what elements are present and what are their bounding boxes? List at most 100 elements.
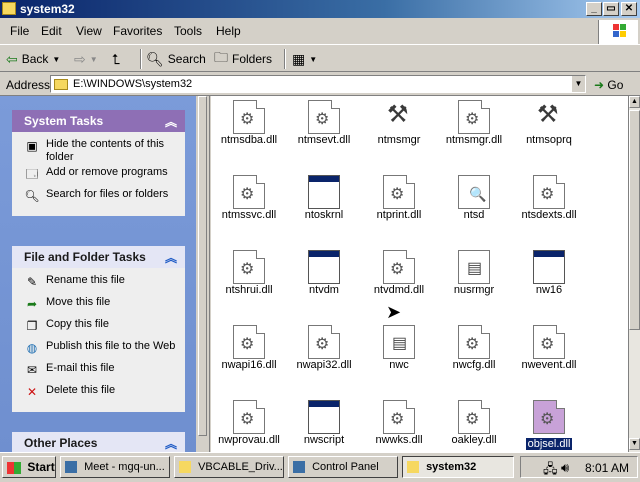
task-rename[interactable]: ✎ Rename this file: [20, 274, 181, 294]
expand-chevron-icon[interactable]: ︽: [165, 435, 177, 452]
task-email[interactable]: ✉ E-mail this file: [20, 362, 181, 382]
taskbar-button-system32[interactable]: system32: [402, 456, 514, 478]
windows-logo: [598, 20, 638, 44]
file-item[interactable]: nwapi32.dll: [286, 325, 362, 371]
close-button[interactable]: ✕: [621, 2, 637, 16]
sys-file-icon: [458, 250, 490, 284]
go-button[interactable]: ➜ Go: [594, 78, 623, 92]
file-item[interactable]: nw16: [511, 250, 587, 296]
file-item[interactable]: ntmssvc.dll: [211, 175, 287, 221]
file-item[interactable]: oakley.dll: [436, 400, 512, 446]
title-bar[interactable]: system32 _ ▭ ✕: [0, 0, 640, 18]
task-hide-contents[interactable]: ▣ Hide the contents of this folder: [20, 138, 181, 164]
address-dropdown-button[interactable]: ▼: [571, 76, 585, 92]
file-item[interactable]: ntvdmd.dll: [361, 250, 437, 296]
hide-icon: ▣: [26, 139, 38, 153]
toolbar-separator: [140, 49, 142, 69]
file-item[interactable]: ntmsmgr: [361, 100, 437, 146]
network-icon[interactable]: 🖧: [543, 460, 558, 482]
forward-button[interactable]: ⇨ ▼: [74, 49, 98, 69]
file-item[interactable]: ntoskrnl: [286, 175, 362, 221]
system-tasks-header[interactable]: System Tasks ︽: [12, 110, 185, 132]
dll-file-icon: [533, 400, 565, 434]
taskbar-button-meet[interactable]: Meet - mgq-un...: [60, 456, 170, 478]
task-label: Add or remove programs: [46, 166, 168, 178]
file-item[interactable]: nwscript: [286, 400, 362, 446]
folders-button[interactable]: 🗀 Folders: [214, 49, 272, 69]
task-pane-scrollbar[interactable]: [196, 96, 210, 452]
toolbar-separator: [284, 49, 286, 69]
windows-flag-icon: [7, 461, 21, 474]
maximize-button[interactable]: ▭: [603, 2, 619, 16]
file-item[interactable]: nusrmgr: [436, 250, 512, 296]
collapse-chevron-icon[interactable]: ︽: [165, 113, 177, 130]
search-button[interactable]: 🔍︎ Search: [146, 49, 206, 69]
browser-icon: [65, 461, 77, 474]
go-label: Go: [607, 78, 624, 92]
file-item[interactable]: nwapi16.dll: [211, 325, 287, 371]
start-button[interactable]: Start: [2, 456, 56, 478]
minimize-button[interactable]: _: [586, 2, 602, 16]
file-item[interactable]: ntmsoprq: [511, 100, 587, 146]
file-item[interactable]: ntprint.dll: [361, 175, 437, 221]
file-item[interactable]: ntsdexts.dll: [511, 175, 587, 221]
file-list-scrollbar[interactable]: ▲ ▼: [628, 96, 640, 452]
tool-file-icon: [383, 100, 415, 134]
file-item[interactable]: objsel.dll: [511, 400, 587, 450]
dll-file-icon: [533, 175, 565, 209]
file-item[interactable]: ntshrui.dll: [211, 250, 287, 296]
menu-help[interactable]: Help: [216, 24, 241, 38]
folder-icon: [179, 461, 191, 474]
menu-file[interactable]: File: [10, 24, 29, 38]
up-folder-button[interactable]: ⮤: [112, 49, 120, 69]
file-item[interactable]: nwprovau.dll: [211, 400, 287, 446]
file-item[interactable]: nwc: [361, 325, 437, 371]
file-item[interactable]: ntmsmgr.dll: [436, 100, 512, 146]
scrollbar-thumb[interactable]: [198, 96, 207, 436]
collapse-chevron-icon[interactable]: ︽: [165, 249, 177, 266]
menu-tools[interactable]: Tools: [174, 24, 202, 38]
exe-file-icon: [308, 400, 340, 434]
file-folder-tasks-title: File and Folder Tasks: [24, 250, 146, 264]
file-item[interactable]: nwcfg.dll: [436, 325, 512, 371]
taskbar-button-vbcable[interactable]: VBCABLE_Driv...: [174, 456, 284, 478]
menu-edit[interactable]: Edit: [41, 24, 62, 38]
volume-icon[interactable]: 🔊︎: [561, 460, 569, 476]
file-folder-tasks-header[interactable]: File and Folder Tasks ︽: [12, 246, 185, 268]
task-publish[interactable]: ◍ Publish this file to the Web: [20, 340, 181, 360]
file-item[interactable]: ntmsdba.dll: [211, 100, 287, 146]
file-name: nwevent.dll: [521, 359, 577, 371]
file-item[interactable]: nwevent.dll: [511, 325, 587, 371]
chevron-down-icon[interactable]: ▼: [90, 55, 98, 64]
chevron-down-icon[interactable]: ▼: [52, 55, 60, 64]
file-item[interactable]: ntsd: [436, 175, 512, 221]
taskbar-button-control-panel[interactable]: Control Panel: [288, 456, 398, 478]
file-item[interactable]: ntvdm: [286, 250, 362, 296]
task-copy[interactable]: ❐ Copy this file: [20, 318, 181, 338]
task-pane: System Tasks ︽ ▣ Hide the contents of th…: [0, 96, 196, 452]
publish-icon: ◍: [26, 341, 38, 355]
dll-file-icon: [233, 175, 265, 209]
task-add-remove-programs[interactable]: 🗔 Add or remove programs: [20, 166, 181, 186]
task-label: Delete this file: [46, 384, 116, 396]
file-list-view[interactable]: ntmsdba.dll ntmsevt.dll ntmsmgr ntmsmgr.dll…: [211, 96, 628, 452]
file-name: nwcfg.dll: [452, 359, 496, 371]
task-search-files[interactable]: 🔍︎ Search for files or folders: [20, 188, 181, 208]
search-icon: 🔍︎: [24, 189, 40, 203]
address-input[interactable]: E:\WINDOWS\system32 ▼: [50, 75, 586, 93]
scroll-down-button[interactable]: ▼: [629, 438, 640, 450]
folders-label: Folders: [232, 52, 273, 66]
scrollbar-thumb[interactable]: [629, 110, 640, 330]
back-button[interactable]: ⇦ Back ▼: [6, 49, 60, 69]
file-item[interactable]: nwwks.dll: [361, 400, 437, 446]
scroll-up-button[interactable]: ▲: [629, 96, 640, 108]
menu-view[interactable]: View: [76, 24, 102, 38]
file-item[interactable]: ntmsevt.dll: [286, 100, 362, 146]
clock[interactable]: 8:01 AM: [585, 461, 629, 475]
task-move[interactable]: ➦ Move this file: [20, 296, 181, 316]
views-button[interactable]: ▦ ▼: [292, 49, 317, 69]
menu-favorites[interactable]: Favorites: [113, 24, 162, 38]
task-delete[interactable]: ✕ Delete this file: [20, 384, 181, 404]
control-panel-icon: [293, 461, 305, 474]
other-places-header[interactable]: Other Places ︽: [12, 432, 185, 452]
